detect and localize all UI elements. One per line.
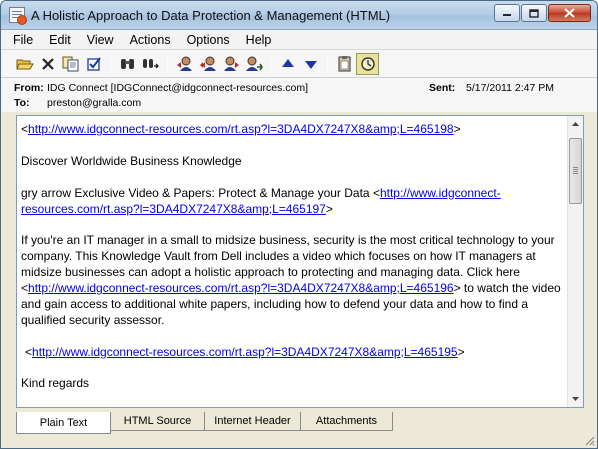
from-label: From: <box>14 82 44 94</box>
previous-message-button[interactable] <box>276 53 299 75</box>
scrollbar-thumb[interactable] <box>569 138 582 204</box>
app-icon[interactable] <box>9 7 27 25</box>
resize-grip-icon[interactable] <box>583 434 595 446</box>
menu-options[interactable]: Options <box>179 33 238 47</box>
menu-file[interactable]: File <box>5 33 41 47</box>
close-icon <box>564 8 575 18</box>
message-body-frame: <http://www.idgconnect-resources.com/rt.… <box>16 115 584 408</box>
search-binoculars-icon <box>120 58 134 69</box>
mark-button[interactable] <box>82 53 105 75</box>
message-body[interactable]: <http://www.idgconnect-resources.com/rt.… <box>17 116 568 407</box>
chevron-up-icon <box>572 122 579 126</box>
clipboard-icon <box>338 56 350 72</box>
menu-actions[interactable]: Actions <box>122 33 179 47</box>
body-link-line-2: <http://www.idgconnect-resources.com/rt.… <box>25 344 465 359</box>
copy-icon <box>62 56 78 72</box>
maximize-icon <box>529 8 539 18</box>
chevron-down-icon <box>572 397 579 401</box>
toolbar-separator <box>110 53 111 74</box>
forward-button[interactable] <box>219 53 242 75</box>
sent-label: Sent: <box>429 82 456 94</box>
minimize-icon <box>503 14 511 16</box>
body-link[interactable]: http://www.idgconnect-resources.com/rt.a… <box>28 281 454 295</box>
delete-icon <box>41 57 54 70</box>
delete-button[interactable] <box>36 53 59 75</box>
menu-view[interactable]: View <box>79 33 122 47</box>
copy-button[interactable] <box>59 53 82 75</box>
checkbox-icon <box>86 56 101 71</box>
menu-help[interactable]: Help <box>238 33 280 47</box>
forward-attach-button[interactable] <box>242 53 265 75</box>
title-bar[interactable]: A Holistic Approach to Data Protection &… <box>1 1 597 30</box>
next-arrow-icon <box>304 60 317 69</box>
clock-icon <box>360 56 375 71</box>
toolbar-separator <box>327 53 328 74</box>
body-paragraph-video: gry arrow Exclusive Video & Papers: Prot… <box>21 185 501 216</box>
scroll-up-button[interactable] <box>568 116 583 132</box>
open-folder-icon <box>15 59 34 69</box>
menu-edit[interactable]: Edit <box>41 33 79 47</box>
schedule-button[interactable] <box>356 52 379 75</box>
vertical-scrollbar[interactable] <box>567 116 583 407</box>
find-next-button[interactable] <box>139 53 162 75</box>
message-header: From: IDG Connect [IDGConnect@idgconnect… <box>1 78 597 112</box>
to-label: To: <box>14 97 30 109</box>
body-heading: Discover Worldwide Business Knowledge <box>21 153 242 168</box>
close-button[interactable] <box>548 4 591 22</box>
body-link-line-1: <http://www.idgconnect-resources.com/rt.… <box>21 122 461 136</box>
tab-internet-header[interactable]: Internet Header <box>204 412 301 431</box>
reply-button[interactable] <box>173 53 196 75</box>
app-window: A Holistic Approach to Data Protection &… <box>0 0 598 449</box>
tab-html-source[interactable]: HTML Source <box>110 412 205 431</box>
body-link[interactable]: http://www.idgconnect-resources.com/rt.a… <box>28 122 454 136</box>
body-link[interactable]: http://www.idgconnect-resources.com/rt.a… <box>32 345 458 359</box>
body-closing: Kind regards <box>21 376 90 391</box>
clipboard-button[interactable] <box>333 53 356 75</box>
toolbar <box>1 50 597 78</box>
scroll-down-button[interactable] <box>568 391 583 407</box>
open-button[interactable] <box>13 53 36 75</box>
reply-all-icon <box>199 56 216 71</box>
minimize-button[interactable] <box>494 4 520 22</box>
tab-plain-text[interactable]: Plain Text <box>16 412 111 434</box>
body-paragraph-main: If you're an IT manager in a small to mi… <box>21 233 561 327</box>
reply-all-button[interactable] <box>196 53 219 75</box>
tab-attachments[interactable]: Attachments <box>300 412 393 431</box>
find-button[interactable] <box>116 53 139 75</box>
menu-bar: File Edit View Actions Options Help <box>1 30 597 50</box>
view-tabs: Plain Text HTML Source Internet Header A… <box>16 412 393 434</box>
sent-value: 5/17/2011 2:47 PM <box>466 82 554 94</box>
toolbar-separator <box>167 53 168 74</box>
previous-arrow-icon <box>281 58 294 67</box>
to-value: preston@gralla.com <box>47 97 142 109</box>
maximize-button[interactable] <box>521 4 547 22</box>
find-next-icon <box>142 58 159 68</box>
reply-icon <box>176 56 192 71</box>
window-title: A Holistic Approach to Data Protection &… <box>31 7 391 23</box>
from-value: IDG Connect [IDGConnect@idgconnect-resou… <box>47 82 309 94</box>
forward-icon <box>223 56 239 71</box>
next-message-button[interactable] <box>299 53 322 75</box>
forward-attach-icon <box>245 56 263 71</box>
window-controls <box>493 4 591 22</box>
toolbar-separator <box>270 53 271 74</box>
